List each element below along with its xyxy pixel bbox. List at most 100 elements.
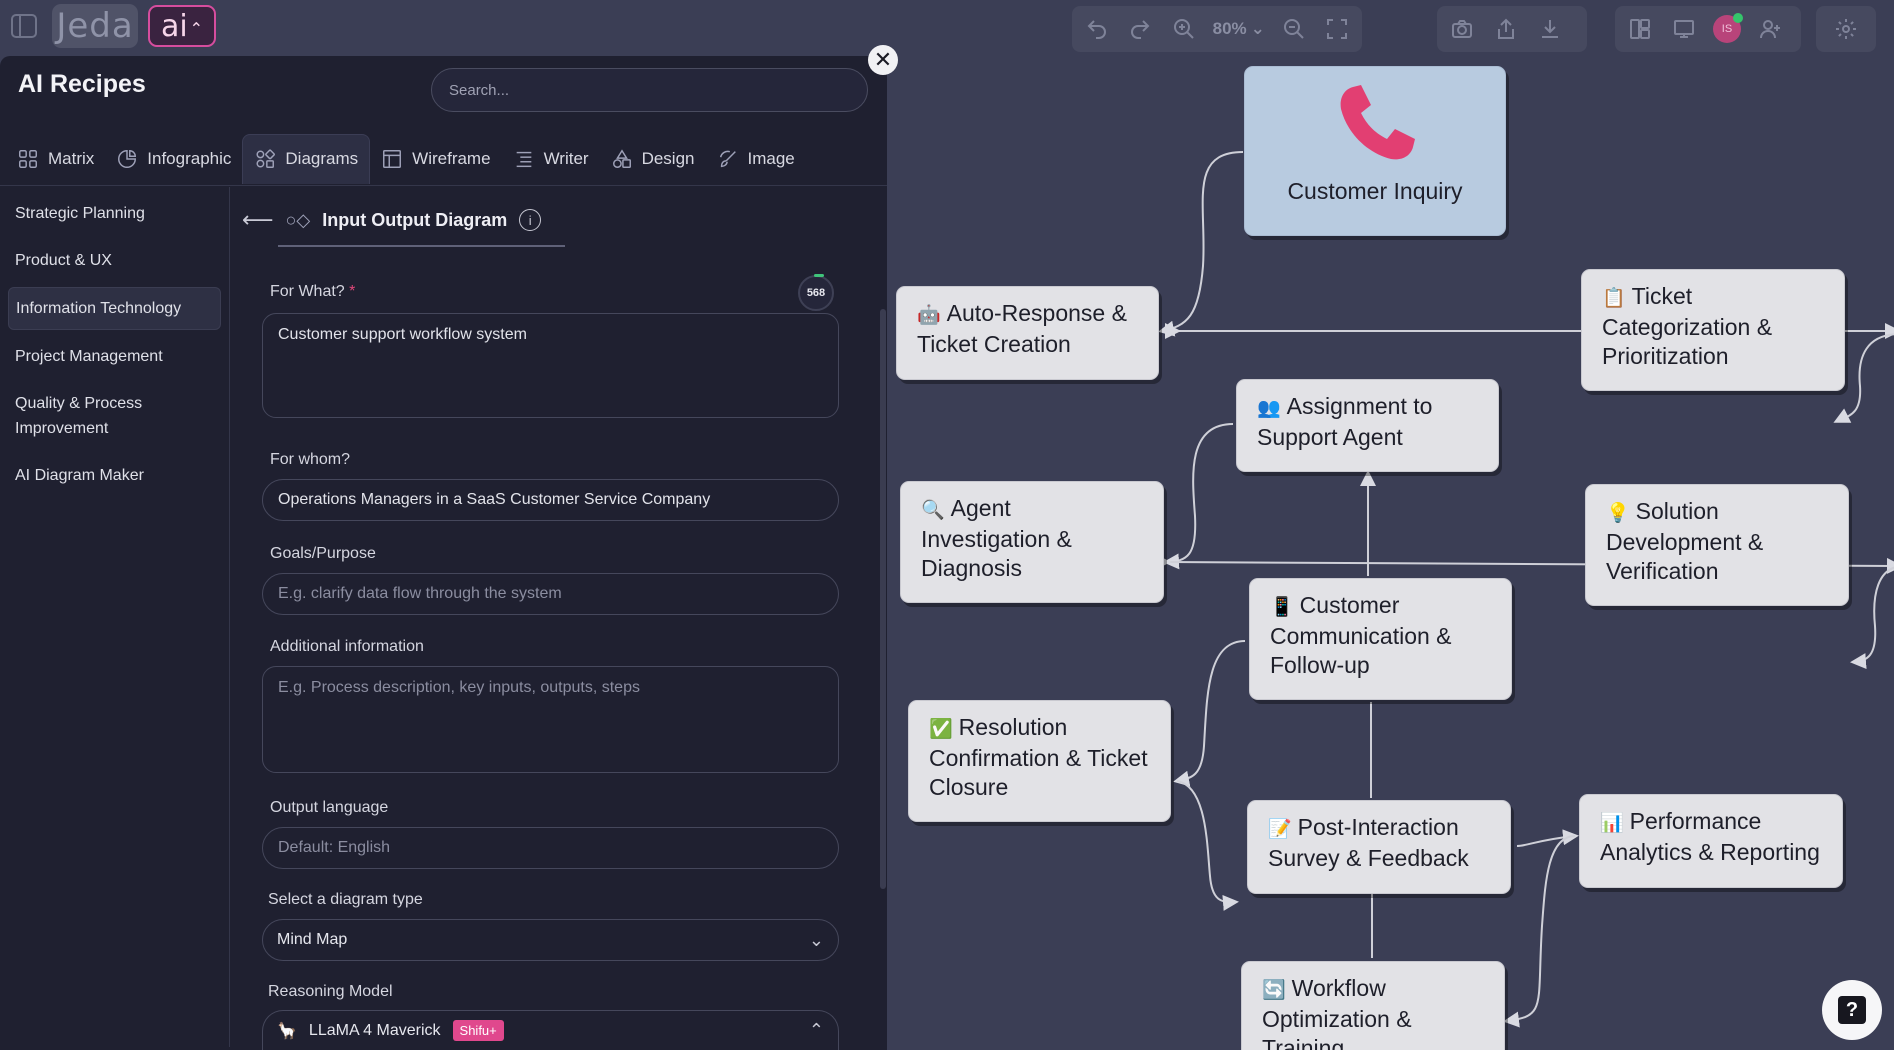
diagram-node-communication[interactable]: 📱 Customer Communication & Follow-up bbox=[1249, 578, 1512, 700]
header-underline bbox=[278, 245, 565, 247]
tab-label: Wireframe bbox=[412, 148, 491, 168]
matrix-icon bbox=[19, 149, 37, 168]
category-list: Strategic Planning Product & UX Informat… bbox=[0, 187, 230, 1047]
diagram-node-investigation[interactable]: 🔍 Agent Investigation & Diagnosis bbox=[900, 481, 1164, 603]
view-collab-group: IS bbox=[1615, 6, 1801, 52]
presentation-icon[interactable] bbox=[1669, 14, 1699, 44]
info-icon[interactable]: i bbox=[519, 209, 542, 231]
share-icon[interactable] bbox=[1491, 14, 1521, 44]
recipe-tabs: Matrix Infographic Diagrams Wireframe Wr… bbox=[0, 132, 887, 186]
refresh-icon: 🔄 bbox=[1262, 979, 1286, 1001]
character-counter: 568 bbox=[798, 274, 834, 311]
export-group bbox=[1437, 6, 1587, 52]
zoom-out-icon[interactable] bbox=[1279, 14, 1309, 44]
tab-infographic[interactable]: Infographic bbox=[105, 134, 242, 184]
jeda-logo[interactable]: Jeda bbox=[52, 4, 138, 48]
tab-label: Writer bbox=[543, 148, 589, 168]
diagram-icon bbox=[256, 149, 276, 168]
tab-label: Matrix bbox=[48, 148, 95, 168]
diagram-node-solution[interactable]: 💡 Solution Development & Verification bbox=[1585, 484, 1849, 606]
diagram-node-ticket-categorization[interactable]: 📋 Ticket Categorization & Prioritization bbox=[1581, 269, 1845, 391]
node-label: Performance Analytics & Reporting bbox=[1600, 808, 1820, 865]
category-item[interactable]: AI Diagram Maker bbox=[8, 455, 221, 496]
tab-design[interactable]: Design bbox=[600, 134, 706, 184]
model-name: LLaMA 4 Maverick bbox=[308, 1021, 441, 1039]
form-scrollbar[interactable] bbox=[880, 309, 886, 889]
category-item[interactable]: Strategic Planning bbox=[8, 193, 221, 234]
diagram-type-select[interactable]: Mind Map ⌄ bbox=[262, 919, 839, 961]
required-mark: * bbox=[349, 283, 356, 300]
ai-menu-button[interactable]: ai ⌃ bbox=[148, 5, 216, 47]
reasoning-model-select[interactable]: 🦙 LLaMA 4 Maverick Shifu+ ⌃ bbox=[262, 1010, 839, 1050]
tab-label: Design bbox=[641, 148, 695, 168]
category-item[interactable]: Information Technology bbox=[8, 287, 221, 330]
clipboard-icon: 📋 bbox=[1602, 287, 1626, 309]
robot-icon: 🤖 bbox=[917, 304, 941, 326]
diagram-node-workflow[interactable]: 🔄 Workflow Optimization & Training bbox=[1241, 961, 1505, 1050]
node-label: Customer Communication & Follow-up bbox=[1270, 592, 1452, 678]
form-header: ⟵ ○◇ Input Output Diagram i bbox=[242, 207, 542, 233]
fit-screen-icon[interactable] bbox=[1322, 14, 1352, 44]
diagram-node-root[interactable]: Customer Inquiry bbox=[1244, 66, 1506, 236]
user-avatar[interactable]: IS bbox=[1713, 13, 1743, 43]
tab-wireframe[interactable]: Wireframe bbox=[370, 134, 501, 184]
diagram-node-analytics[interactable]: 📊 Performance Analytics & Reporting bbox=[1579, 794, 1843, 888]
category-item[interactable]: Product & UX bbox=[8, 240, 221, 281]
form-title: Input Output Diagram bbox=[322, 209, 508, 230]
undo-icon[interactable] bbox=[1082, 14, 1112, 44]
diagram-node-assignment[interactable]: 👥 Assignment to Support Agent bbox=[1236, 379, 1499, 472]
additional-info-field[interactable] bbox=[262, 666, 839, 773]
close-panel-button[interactable]: ✕ bbox=[868, 45, 898, 75]
back-arrow-icon[interactable]: ⟵ bbox=[242, 207, 274, 233]
zoom-level-dropdown[interactable]: 80% ⌄ bbox=[1213, 19, 1265, 39]
top-bar: Jeda ai ⌃ 80% ⌄ IS bbox=[0, 0, 1894, 54]
zoom-level: 80% bbox=[1212, 19, 1247, 38]
download-icon[interactable] bbox=[1535, 14, 1565, 44]
magnifier-icon: 🔍 bbox=[921, 499, 945, 521]
input-output-icon: ○◇ bbox=[285, 209, 311, 230]
model-badge: Shifu+ bbox=[452, 1020, 504, 1041]
settings-group bbox=[1816, 6, 1876, 52]
panel-title: AI Recipes bbox=[18, 70, 146, 98]
for-what-field[interactable]: Customer support workflow system bbox=[262, 313, 839, 418]
layout-icon[interactable] bbox=[1625, 14, 1655, 44]
add-user-icon[interactable] bbox=[1755, 14, 1785, 44]
search-input[interactable] bbox=[431, 68, 868, 112]
diagram-node-resolution[interactable]: ✅ Resolution Confirmation & Ticket Closur… bbox=[908, 700, 1171, 822]
category-item[interactable]: Quality & Process Improvement bbox=[8, 383, 221, 449]
output-language-field[interactable] bbox=[262, 827, 839, 869]
lightbulb-icon: 💡 bbox=[1606, 502, 1630, 524]
node-label: Auto-Response & Ticket Creation bbox=[917, 300, 1127, 357]
people-icon: 👥 bbox=[1257, 397, 1281, 419]
chevron-up-icon: ⌃ bbox=[189, 18, 204, 38]
redo-icon[interactable] bbox=[1126, 14, 1156, 44]
wireframe-icon bbox=[383, 149, 402, 168]
for-whom-field[interactable] bbox=[262, 479, 839, 521]
camera-icon[interactable] bbox=[1447, 14, 1477, 44]
diagram-node-survey[interactable]: 📝 Post-Interaction Survey & Feedback bbox=[1247, 800, 1511, 894]
tab-image[interactable]: Image bbox=[706, 134, 806, 184]
llama-icon: 🦙 bbox=[277, 1022, 297, 1040]
zoom-in-icon[interactable] bbox=[1169, 14, 1199, 44]
for-what-label: For What? * bbox=[270, 283, 355, 301]
category-item[interactable]: Project Management bbox=[8, 336, 221, 377]
tab-diagrams[interactable]: Diagrams bbox=[242, 133, 371, 184]
tab-matrix[interactable]: Matrix bbox=[6, 134, 105, 184]
goals-field[interactable] bbox=[262, 573, 839, 615]
for-what-label-text: For What? bbox=[270, 283, 345, 300]
gear-icon[interactable] bbox=[1831, 14, 1861, 44]
diagram-node-auto-response[interactable]: 🤖 Auto-Response & Ticket Creation bbox=[896, 286, 1159, 380]
check-mark-icon: ✅ bbox=[929, 718, 953, 740]
help-button[interactable]: ? bbox=[1822, 980, 1882, 1040]
shapes-icon bbox=[612, 148, 631, 168]
bar-chart-icon: 📊 bbox=[1600, 812, 1624, 834]
chevron-up-icon: ⌃ bbox=[808, 1020, 824, 1040]
sidebar-toggle-icon[interactable] bbox=[6, 6, 42, 46]
node-label: Customer Inquiry bbox=[1287, 178, 1463, 204]
tab-writer[interactable]: Writer bbox=[502, 134, 600, 184]
chevron-down-icon: ⌄ bbox=[1250, 19, 1265, 38]
for-whom-label: For whom? bbox=[270, 451, 351, 468]
additional-info-label: Additional information bbox=[270, 638, 424, 655]
pie-chart-icon bbox=[118, 149, 137, 168]
memo-icon: 📝 bbox=[1268, 818, 1292, 840]
